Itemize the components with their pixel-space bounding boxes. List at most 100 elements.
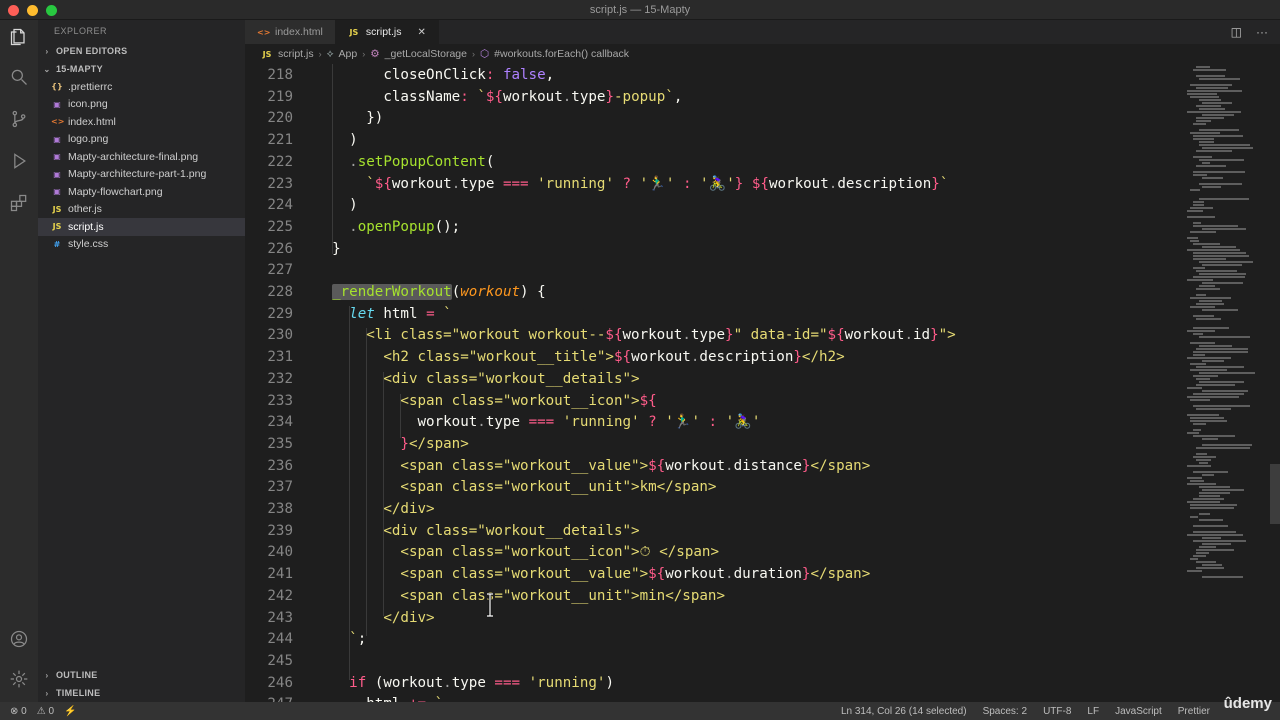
code-text: let html = ` (349, 305, 452, 322)
code-line[interactable]: 241 <span class="workout__value">${worko… (245, 563, 1185, 585)
code-line[interactable]: 242 <span class="workout__unit">min</spa… (245, 585, 1185, 607)
project-folder-section[interactable]: ⌄ 15-MAPTY (38, 60, 245, 78)
file-item[interactable]: JS script.js (38, 218, 245, 236)
outline-section[interactable]: › OUTLINE (38, 666, 245, 684)
minimap-line (1193, 393, 1245, 395)
minimap[interactable] (1185, 64, 1270, 594)
code-line[interactable]: 229 let html = ` (245, 303, 1185, 325)
minimap-line (1202, 474, 1215, 476)
minimap-line (1190, 417, 1225, 419)
code-line[interactable]: 239 <div class="workout__details"> (245, 520, 1185, 542)
maximize-window-button[interactable] (46, 5, 57, 16)
end-of-line[interactable]: LF (1087, 706, 1099, 717)
account-icon[interactable] (8, 628, 30, 650)
code-line[interactable]: 232 <div class="workout__details"> (245, 368, 1185, 390)
file-item[interactable]: ▣ Mapty-architecture-final.png (38, 148, 245, 166)
code-line[interactable]: 221 ) (245, 129, 1185, 151)
more-actions-icon[interactable]: ··· (1256, 25, 1268, 39)
minimap-line (1190, 132, 1220, 134)
code-text: .openPopup(); (349, 218, 461, 235)
line-number: 241 (267, 566, 293, 583)
file-item[interactable]: <> index.html (38, 113, 245, 131)
explorer-icon[interactable] (8, 26, 30, 48)
live-share-icon[interactable]: ⚡ (64, 706, 76, 717)
minimap-line (1193, 267, 1205, 269)
errors-count[interactable]: ⊗ 0 (10, 706, 27, 717)
code-line[interactable]: 247 html += ` (245, 693, 1185, 702)
code-line[interactable]: 237 <span class="workout__unit">km</span… (245, 476, 1185, 498)
code-line[interactable]: 227 (245, 259, 1185, 281)
code-line[interactable]: 218 closeOnClick: false, (245, 64, 1185, 86)
extensions-icon[interactable] (8, 192, 30, 214)
open-editors-section[interactable]: › OPEN EDITORS (38, 42, 245, 60)
code-line[interactable]: 235 }</span> (245, 433, 1185, 455)
close-tab-icon[interactable]: ✕ (417, 27, 425, 38)
file-item[interactable]: # style.css (38, 236, 245, 254)
split-editor-icon[interactable]: ◫ (1231, 25, 1242, 39)
line-number: 239 (267, 522, 293, 539)
minimap-line (1193, 225, 1238, 227)
code-editor[interactable]: 218 closeOnClick: false, 219 className: `… (245, 64, 1185, 702)
file-item[interactable]: JS other.js (38, 201, 245, 219)
minimap-line (1193, 252, 1247, 254)
code-line[interactable]: 231 <h2 class="workout__title">${workout… (245, 346, 1185, 368)
indentation[interactable]: Spaces: 2 (983, 706, 1027, 717)
code-line[interactable]: 236 <span class="workout__value">${worko… (245, 455, 1185, 477)
breadcrumb-item-method[interactable]: _getLocalStorage (385, 48, 467, 60)
settings-gear-icon[interactable] (8, 668, 30, 690)
code-text: <span class="workout__value">${workout.d… (400, 457, 871, 474)
cursor-position[interactable]: Ln 314, Col 26 (14 selected) (841, 706, 967, 717)
code-line[interactable]: 228 _renderWorkout(workout) { (245, 281, 1185, 303)
source-control-icon[interactable] (8, 108, 30, 130)
code-line[interactable]: 226 } (245, 238, 1185, 260)
minimap-line (1190, 96, 1219, 98)
outline-label: OUTLINE (56, 670, 98, 680)
code-line[interactable]: 220 }) (245, 107, 1185, 129)
code-line[interactable]: 240 <span class="workout__icon">⏱ </span… (245, 541, 1185, 563)
line-number: 218 (267, 67, 293, 83)
minimize-window-button[interactable] (27, 5, 38, 16)
code-line[interactable]: 230 <li class="workout workout--${workou… (245, 324, 1185, 346)
encoding[interactable]: UTF-8 (1043, 706, 1071, 717)
code-line[interactable]: 244 `; (245, 628, 1185, 650)
language-mode[interactable]: JavaScript (1115, 706, 1162, 717)
file-item[interactable]: ▣ Mapty-flowchart.png (38, 183, 245, 201)
minimap-line (1193, 456, 1216, 458)
code-line[interactable]: 225 .openPopup(); (245, 216, 1185, 238)
close-window-button[interactable] (8, 5, 19, 16)
file-item[interactable]: ▣ Mapty-architecture-part-1.png (38, 166, 245, 184)
code-line[interactable]: 222 .setPopupContent( (245, 151, 1185, 173)
prettier-status[interactable]: Prettier (1178, 706, 1210, 717)
code-line[interactable]: 245 (245, 650, 1185, 672)
code-line[interactable]: 233 <span class="workout__icon">${ (245, 390, 1185, 412)
warnings-count[interactable]: ⚠ 0 (37, 706, 54, 717)
search-icon[interactable] (8, 66, 30, 88)
breadcrumb-item-file[interactable]: script.js (278, 48, 314, 60)
timeline-section[interactable]: › TIMELINE (38, 684, 245, 702)
code-line[interactable]: 219 className: `${workout.type}-popup`, (245, 86, 1185, 108)
vertical-scrollbar[interactable] (1270, 64, 1280, 702)
file-item[interactable]: {} .prettierrc (38, 78, 245, 96)
code-text: </div> (383, 501, 435, 517)
scroll-thumb[interactable] (1270, 464, 1280, 524)
code-line[interactable]: 234 workout.type === 'running' ? '🏃‍♂️' … (245, 411, 1185, 433)
breadcrumb-item-callback[interactable]: #workouts.forEach() callback (494, 48, 629, 60)
chevron-right-icon: › (471, 49, 475, 59)
run-debug-icon[interactable] (8, 150, 30, 172)
minimap-line (1193, 174, 1208, 176)
tab-index-html[interactable]: <> index.html (245, 20, 336, 44)
file-item[interactable]: ▣ icon.png (38, 96, 245, 114)
breadcrumb-item-class[interactable]: App (339, 48, 358, 60)
minimap-line (1199, 183, 1242, 185)
code-line[interactable]: 224 ) (245, 194, 1185, 216)
code-line[interactable]: 243 </div> (245, 607, 1185, 629)
file-type-icon: ▣ (53, 99, 61, 109)
minimap-line (1187, 465, 1212, 467)
code-line[interactable]: 246 if (workout.type === 'running') (245, 672, 1185, 694)
tab-script-js[interactable]: JS script.js ✕ (335, 20, 439, 44)
code-line[interactable]: 238 </div> (245, 498, 1185, 520)
minimap-line (1202, 438, 1219, 440)
file-item[interactable]: ▣ logo.png (38, 131, 245, 149)
minimap-line (1199, 198, 1250, 200)
code-line[interactable]: 223 `${workout.type === 'running' ? '🏃‍♂… (245, 173, 1185, 195)
